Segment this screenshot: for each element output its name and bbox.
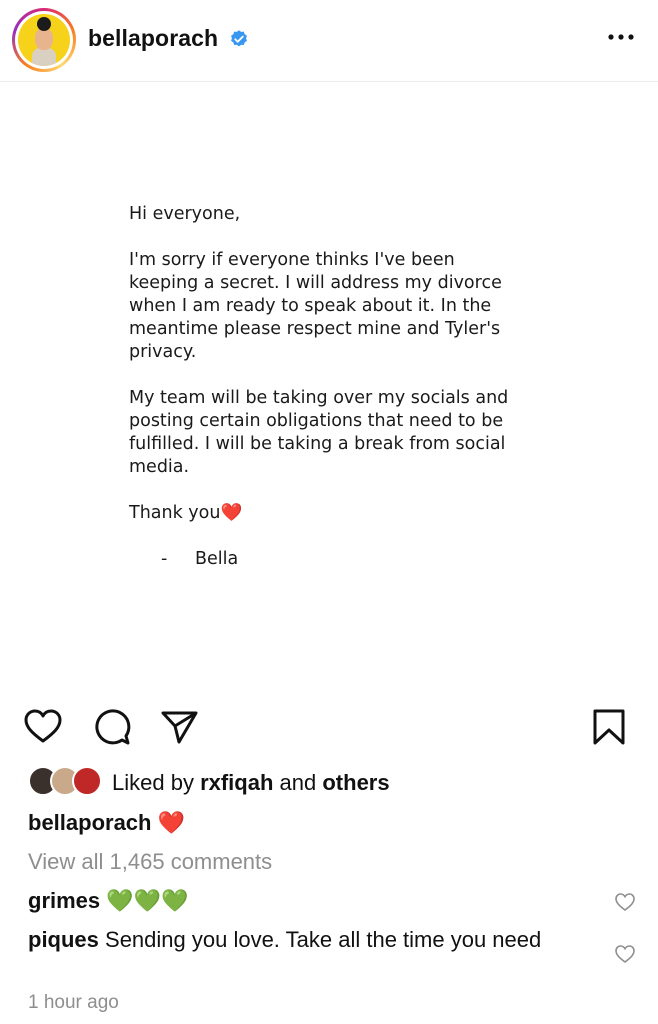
view-all-comments-link[interactable]: View all 1,465 comments	[28, 849, 272, 875]
signature-dash: -	[161, 549, 168, 569]
avatar-inner	[15, 11, 73, 69]
liker-avatar	[72, 766, 102, 796]
letter-thanks: Thank you❤️	[129, 503, 243, 523]
comment-text: 💚💚💚	[100, 888, 189, 913]
more-options-icon[interactable]	[604, 26, 638, 48]
signature-name: Bella	[195, 549, 239, 569]
comment-icon	[95, 709, 131, 745]
caption-username[interactable]: bellaporach	[28, 810, 151, 835]
likes-user[interactable]: rxfiqah	[200, 770, 273, 795]
letter-signature: - Bella	[129, 548, 549, 571]
header-username[interactable]: bellaporach	[88, 25, 218, 52]
likes-row[interactable]: Liked by rxfiqah and others	[28, 764, 628, 800]
like-button[interactable]	[22, 706, 64, 748]
save-button[interactable]	[588, 706, 630, 748]
verified-badge-icon	[231, 30, 247, 47]
avatar-hair-shape	[37, 17, 51, 31]
caption-text: ❤️	[151, 810, 185, 835]
comment-like-heart-icon[interactable]	[614, 892, 636, 912]
comment-username[interactable]: piques	[28, 927, 99, 952]
comment-item: piques Sending you love. Take all the ti…	[28, 926, 588, 954]
likes-middle: and	[273, 770, 323, 795]
post-image[interactable]: Hi everyone, I'm sorry if everyone think…	[0, 83, 658, 691]
letter-paragraph-1: I'm sorry if everyone thinks I've been k…	[129, 250, 502, 362]
comment-username[interactable]: grimes	[28, 888, 100, 913]
comment-item: grimes 💚💚💚	[28, 887, 588, 915]
likes-prefix: Liked by	[112, 770, 201, 795]
post-timestamp: 1 hour ago	[28, 992, 119, 1013]
letter-greeting: Hi everyone,	[129, 204, 241, 224]
avatar[interactable]	[12, 8, 76, 72]
heart-icon	[24, 709, 62, 743]
likes-others[interactable]: others	[322, 770, 389, 795]
action-bar	[0, 700, 658, 750]
avatar-image	[18, 14, 70, 66]
likes-text: Liked by rxfiqah and others	[112, 770, 390, 796]
comment-text: Sending you love. Take all the time you …	[98, 927, 542, 952]
letter-paragraph-2: My team will be taking over my socials a…	[129, 388, 509, 477]
share-icon	[161, 711, 198, 744]
post-header: bellaporach	[0, 0, 658, 82]
avatar-face-shape	[35, 28, 53, 50]
comment-button[interactable]	[91, 706, 133, 748]
bookmark-icon	[593, 709, 625, 745]
caption: bellaporach ❤️	[28, 810, 185, 836]
letter-text: Hi everyone, I'm sorry if everyone think…	[129, 203, 549, 594]
avatar-body-shape	[32, 48, 56, 66]
share-button[interactable]	[158, 706, 200, 748]
comment-like-heart-icon[interactable]	[614, 944, 636, 964]
